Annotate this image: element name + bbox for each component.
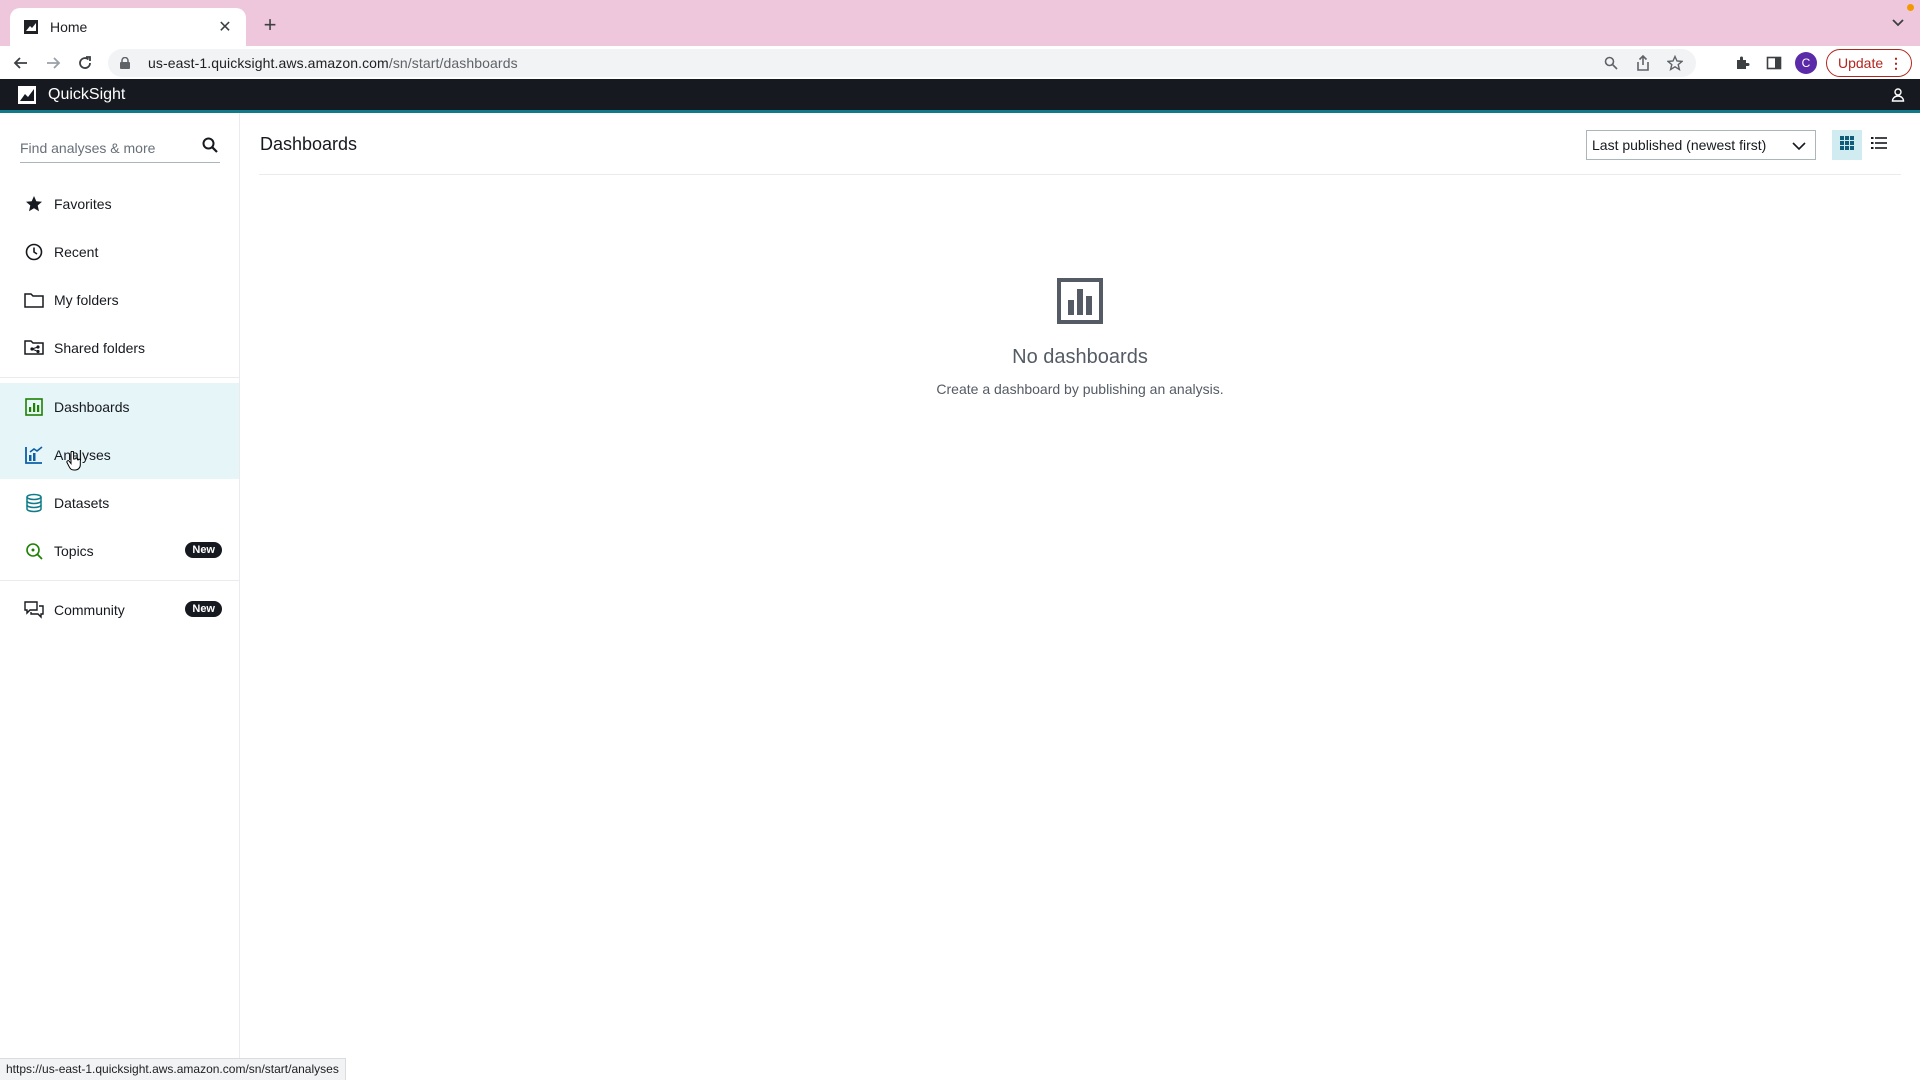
clock-icon — [24, 242, 44, 262]
sidebar-item-shared-folders[interactable]: Shared folders — [0, 324, 239, 372]
grid-view-button[interactable] — [1832, 130, 1862, 160]
sidebar-item-label: Topics — [54, 543, 94, 559]
app-name[interactable]: QuickSight — [48, 86, 125, 104]
dashboard-icon — [24, 397, 44, 417]
quicksight-header: QuickSight — [0, 79, 1920, 113]
page-title: Dashboards — [260, 134, 358, 154]
tab-title: Home — [50, 19, 88, 35]
reload-icon[interactable] — [72, 50, 98, 76]
list-view-icon — [1871, 136, 1887, 155]
sidebar-item-label: Datasets — [54, 495, 110, 511]
list-view-button[interactable] — [1864, 130, 1894, 160]
sidebar-item-label: Favorites — [54, 196, 112, 212]
profile-avatar[interactable]: C — [1795, 52, 1817, 74]
shared-folder-icon — [24, 338, 44, 358]
empty-state-title: No dashboards — [1012, 346, 1148, 368]
content-divider — [259, 174, 1901, 175]
quicksight-favicon-icon — [22, 18, 40, 36]
close-tab-icon[interactable]: ✕ — [216, 18, 234, 36]
browser-tab[interactable]: Home ✕ — [10, 8, 246, 46]
star-icon — [24, 194, 44, 214]
sidebar-item-community[interactable]: Community New — [0, 586, 239, 634]
lock-icon — [120, 56, 134, 70]
extensions-puzzle-icon[interactable] — [1731, 52, 1753, 74]
search-input[interactable] — [20, 139, 190, 156]
sidebar-item-topics[interactable]: Topics New — [0, 527, 239, 575]
sidebar-item-label: Recent — [54, 244, 99, 260]
sidebar-item-recent[interactable]: Recent — [0, 228, 239, 276]
hand-cursor-icon — [66, 450, 82, 471]
sidebar-item-label: My folders — [54, 292, 119, 308]
grid-view-icon — [1839, 135, 1855, 156]
back-arrow-icon[interactable] — [8, 50, 34, 76]
address-bar[interactable]: us-east-1.quicksight.aws.amazon.com/sn/s… — [108, 49, 1696, 77]
url-host: us-east-1.quicksight.aws.amazon.com — [148, 55, 389, 71]
sort-select[interactable]: Last published (newest first) — [1586, 130, 1816, 160]
sort-select-value: Last published (newest first) — [1592, 137, 1767, 153]
sidebar-item-label: Community — [54, 602, 125, 618]
sidebar-item-analyses[interactable]: Analyses — [0, 431, 239, 479]
new-tab-icon[interactable]: + — [258, 12, 282, 37]
sidebar-item-label: Dashboards — [54, 399, 130, 415]
community-icon — [24, 600, 44, 620]
url-text: us-east-1.quicksight.aws.amazon.com/sn/s… — [148, 55, 1602, 71]
sidebar-item-dashboards[interactable]: Dashboards — [0, 383, 239, 431]
user-account-icon[interactable] — [1890, 87, 1906, 103]
empty-dashboard-icon — [1057, 278, 1103, 324]
side-panel-icon[interactable] — [1763, 52, 1785, 74]
empty-state-subtitle: Create a dashboard by publishing an anal… — [936, 381, 1224, 397]
update-label: Update — [1838, 55, 1884, 71]
sidebar-item-datasets[interactable]: Datasets — [0, 479, 239, 527]
sidebar-search — [20, 133, 220, 163]
folder-icon — [24, 290, 44, 310]
analysis-icon — [24, 445, 44, 465]
share-icon[interactable] — [1634, 54, 1652, 72]
url-path: /sn/start/dashboards — [388, 55, 518, 71]
status-bar-url: https://us-east-1.quicksight.aws.amazon.… — [0, 1058, 346, 1080]
sidebar-item-label: Shared folders — [54, 340, 146, 356]
search-icon[interactable] — [202, 137, 220, 155]
sidebar-divider — [0, 580, 239, 581]
zoom-search-icon[interactable] — [1602, 54, 1620, 72]
browser-tab-strip: Home ✕ + — [0, 0, 1920, 46]
sidebar-item-label: Analyses — [54, 447, 111, 463]
more-menu-icon[interactable]: ⋮ — [1889, 55, 1903, 71]
topics-icon — [24, 541, 44, 561]
update-browser-button[interactable]: Update ⋮ — [1826, 49, 1912, 77]
update-notification-dot — [1907, 4, 1914, 11]
new-badge: New — [185, 601, 222, 617]
sidebar-item-my-folders[interactable]: My folders — [0, 276, 239, 324]
bookmark-star-icon[interactable] — [1666, 54, 1684, 72]
dataset-icon — [24, 493, 44, 513]
sidebar-item-favorites[interactable]: Favorites — [0, 180, 239, 228]
sidebar: Favorites Recent My folders Shared folde… — [0, 113, 240, 1058]
sidebar-divider — [0, 377, 239, 378]
new-badge: New — [185, 542, 222, 558]
tab-search-chevron-icon[interactable] — [1888, 13, 1908, 33]
quicksight-logo-icon[interactable] — [18, 85, 38, 105]
forward-arrow-icon[interactable] — [40, 50, 66, 76]
browser-toolbar: us-east-1.quicksight.aws.amazon.com/sn/s… — [0, 46, 1920, 79]
chevron-down-icon — [1791, 138, 1807, 154]
